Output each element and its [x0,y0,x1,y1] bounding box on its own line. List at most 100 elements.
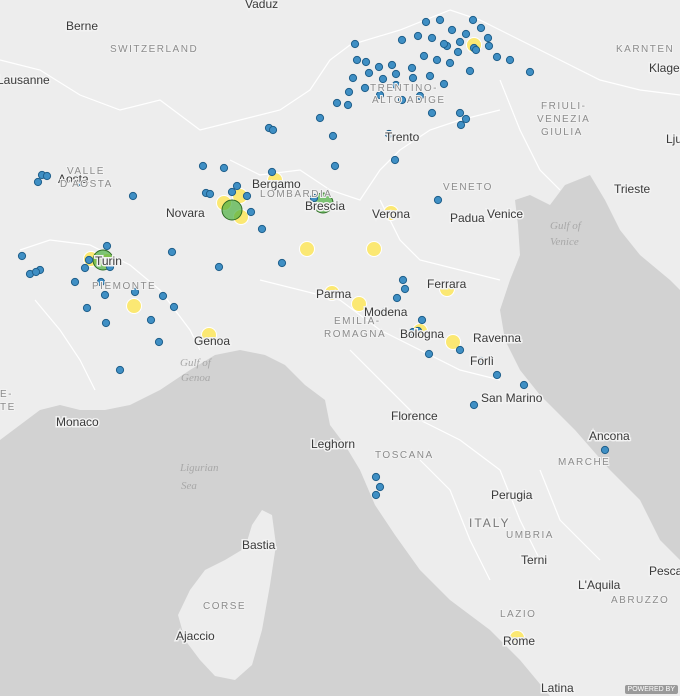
map-marker[interactable] [167,247,177,257]
map-marker[interactable] [361,57,371,67]
map-marker[interactable] [600,445,610,455]
attribution[interactable]: POWERED BY [624,685,678,694]
map-marker[interactable] [328,131,338,141]
map-marker[interactable] [461,29,471,39]
water-label: Venice [550,236,579,248]
map-marker[interactable] [154,337,164,347]
map-marker[interactable] [371,472,381,482]
map-marker[interactable] [427,108,437,118]
map-marker[interactable] [398,275,408,285]
map-marker[interactable] [455,37,465,47]
map-marker[interactable] [219,163,229,173]
map-marker[interactable] [483,33,493,43]
map-marker[interactable] [505,55,515,65]
map-marker[interactable] [330,161,340,171]
map-marker[interactable] [100,290,110,300]
map-marker[interactable] [391,69,401,79]
map-marker[interactable] [277,258,287,268]
map-marker[interactable] [471,45,481,55]
map-marker[interactable] [102,241,112,251]
map-marker[interactable] [492,370,502,380]
map-marker[interactable] [455,108,465,118]
map-marker[interactable] [461,114,471,124]
map-marker[interactable] [366,241,382,257]
map-marker[interactable] [435,15,445,25]
map-marker[interactable] [158,291,168,301]
map-marker[interactable] [397,35,407,45]
map-marker[interactable] [387,60,397,70]
map-marker[interactable] [205,189,215,199]
map-marker[interactable] [350,39,360,49]
map-marker[interactable] [214,262,224,272]
map-marker[interactable] [408,73,418,83]
map-marker[interactable] [525,67,535,77]
map-marker[interactable] [42,171,52,181]
map-marker[interactable] [242,191,252,201]
map-marker[interactable] [17,251,27,261]
map-marker[interactable] [268,125,278,135]
map-marker[interactable] [221,199,243,221]
map-marker[interactable] [417,315,427,325]
map-marker[interactable] [227,187,237,197]
map-canvas[interactable]: Berne Vaduz Lausanne Aosta Bergamo Bresc… [0,0,680,696]
map-marker[interactable] [198,161,208,171]
map-marker[interactable] [348,73,358,83]
map-marker[interactable] [299,241,315,257]
map-marker[interactable] [31,267,41,277]
map-marker[interactable] [439,39,449,49]
map-marker[interactable] [360,83,370,93]
map-marker[interactable] [70,277,80,287]
map-marker[interactable] [390,155,400,165]
map-marker[interactable] [257,224,267,234]
map-marker[interactable] [433,195,443,205]
map-marker[interactable] [232,181,242,191]
map-marker[interactable] [332,98,342,108]
map-marker[interactable] [492,52,502,62]
map-marker[interactable] [84,255,94,265]
map-marker[interactable] [82,303,92,313]
map-marker[interactable] [413,31,423,41]
map-marker[interactable] [432,55,442,65]
map-marker[interactable] [400,284,410,294]
map-marker[interactable] [374,62,384,72]
map-marker[interactable] [453,47,463,57]
map-marker[interactable] [101,318,111,328]
map-marker[interactable] [169,302,179,312]
map-marker[interactable] [455,345,465,355]
map-marker[interactable] [364,68,374,78]
map-marker[interactable] [484,41,494,51]
map-marker[interactable] [419,51,429,61]
map-marker[interactable] [424,349,434,359]
map-marker[interactable] [476,23,486,33]
region-label: PIEMONTE [92,281,156,292]
map-marker[interactable] [427,33,437,43]
map-marker[interactable] [126,298,142,314]
map-marker[interactable] [267,167,277,177]
map-marker[interactable] [425,71,435,81]
map-marker[interactable] [375,482,385,492]
map-marker[interactable] [146,315,156,325]
map-marker[interactable] [352,55,362,65]
map-marker[interactable] [469,400,479,410]
map[interactable]: Berne Vaduz Lausanne Aosta Bergamo Bresc… [0,0,680,696]
map-marker[interactable] [468,15,478,25]
map-marker[interactable] [371,490,381,500]
map-marker[interactable] [421,17,431,27]
map-marker[interactable] [465,66,475,76]
map-marker[interactable] [115,365,125,375]
map-marker[interactable] [344,87,354,97]
map-marker[interactable] [246,207,256,217]
map-marker[interactable] [315,113,325,123]
map-marker[interactable] [128,191,138,201]
map-marker[interactable] [519,380,529,390]
map-marker[interactable] [378,74,388,84]
map-marker[interactable] [407,63,417,73]
map-marker[interactable] [392,293,402,303]
map-marker[interactable] [439,79,449,89]
map-marker[interactable] [445,58,455,68]
map-marker[interactable] [33,177,43,187]
map-marker[interactable] [447,25,457,35]
map-marker[interactable] [343,100,353,110]
map-marker[interactable] [456,120,466,130]
map-marker[interactable] [80,263,90,273]
